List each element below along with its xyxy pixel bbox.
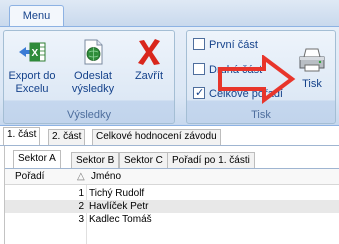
subtab-sector-a[interactable]: Sektor A — [13, 150, 61, 168]
row-rank: 2 — [78, 201, 84, 212]
export-to-excel-button[interactable]: X Export do Excelu — [6, 33, 58, 105]
subtab-ranking-after-part-1[interactable]: Pořadí po 1. části — [167, 152, 255, 168]
row-rank: 1 — [78, 188, 84, 199]
close-x-icon — [134, 37, 164, 67]
checkbox-first-part-box[interactable] — [193, 38, 205, 50]
checkbox-first-part[interactable]: První část — [193, 37, 258, 53]
export-label-line2: Excelu — [15, 83, 49, 95]
ribbon-tab-bar: Menu — [0, 0, 339, 27]
send-label-line2: výsledky — [71, 83, 115, 95]
table-row[interactable]: 1 Tichý Rudolf — [5, 187, 339, 200]
menu-tab[interactable]: Menu — [9, 5, 64, 27]
sort-ascending-icon[interactable]: △ — [77, 169, 85, 185]
subtab-sector-b[interactable]: Sektor B — [71, 152, 120, 168]
checkbox-second-part-box[interactable] — [193, 63, 205, 75]
tab-part-2[interactable]: 2. část — [48, 129, 86, 145]
row-name: Kadlec Tomáš — [89, 214, 152, 225]
results-grid: Pořadí △ Jméno 1 Tichý Rudolf 2 Havlíček… — [5, 169, 339, 244]
ribbon-body: X Export do Excelu Odeslat výsledky Zavř… — [0, 26, 339, 126]
export-label-line1: Export do — [8, 70, 56, 82]
tab-part-1[interactable]: 1. část — [3, 127, 41, 145]
close-label: Zavřít — [134, 70, 164, 82]
send-results-button[interactable]: Odeslat výsledky — [64, 33, 122, 105]
print-label: Tisk — [302, 78, 322, 90]
subtab-sector-c[interactable]: Sektor C — [119, 152, 168, 168]
table-row[interactable]: 2 Havlíček Petr — [5, 200, 339, 213]
main-tab-bar: 1. část 2. část Celkové hodnocení závodu — [0, 127, 339, 147]
red-arrow-icon — [218, 55, 296, 104]
results-group-label: Výsledky — [66, 109, 112, 121]
tab-overall-results[interactable]: Celkové hodnocení závodu — [92, 129, 221, 145]
row-rank: 3 — [78, 214, 84, 225]
print-group-label: Tisk — [251, 109, 271, 121]
checkbox-overall-ranking-box[interactable] — [193, 85, 205, 101]
excel-export-icon: X — [17, 37, 47, 67]
column-header-name[interactable]: Jméno — [91, 169, 121, 185]
close-button[interactable]: Zavřít — [126, 33, 172, 105]
send-label-line1: Odeslat — [74, 70, 112, 82]
svg-text:X: X — [32, 48, 39, 59]
results-group: X Export do Excelu Odeslat výsledky Zavř… — [3, 30, 175, 124]
send-results-icon — [78, 37, 108, 67]
checkbox-first-part-label: První část — [209, 39, 258, 51]
row-name: Havlíček Petr — [89, 201, 149, 212]
row-name: Tichý Rudolf — [89, 188, 145, 199]
table-row[interactable]: 3 Kadlec Tomáš — [5, 213, 339, 226]
printer-icon — [297, 45, 327, 75]
print-button[interactable]: Tisk — [291, 33, 333, 105]
part-1-panel: Sektor A Sektor B Sektor C Pořadí po 1. … — [4, 146, 339, 244]
column-header-rank[interactable]: Pořadí — [15, 169, 44, 185]
grid-header: Pořadí △ Jméno — [5, 169, 339, 185]
